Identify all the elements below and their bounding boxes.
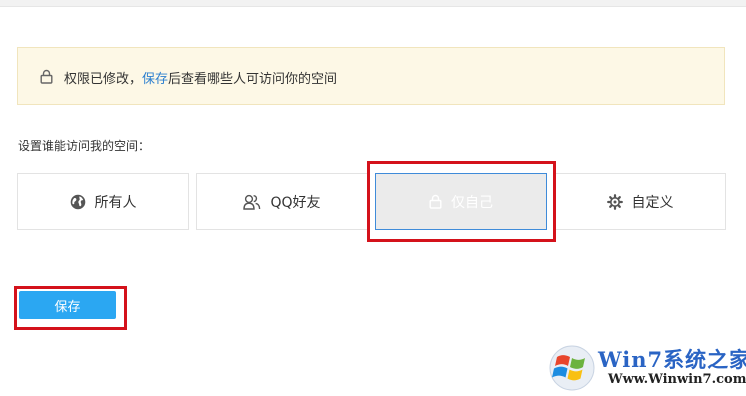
windows-logo-icon [548, 344, 596, 396]
notice-text-after: 后查看哪些人可访问你的空间 [168, 72, 338, 87]
option-custom[interactable]: 自定义 [554, 173, 726, 230]
option-qq-friends-label: QQ好友 [270, 194, 321, 211]
lock-icon [429, 194, 442, 209]
option-custom-label: 自定义 [631, 194, 674, 211]
lock-icon [40, 69, 53, 88]
friends-icon [243, 194, 261, 210]
watermark-url: Www.Winwin7.com [608, 372, 746, 387]
globe-icon [70, 194, 86, 210]
notice-banner: 权限已修改，保存后查看哪些人可访问你的空间 [17, 47, 725, 105]
top-bar [0, 0, 746, 7]
access-section-label: 设置谁能访问我的空间： [18, 139, 151, 153]
option-everyone[interactable]: 所有人 [17, 173, 189, 230]
gear-icon [606, 193, 623, 210]
watermark-title: Win7系统之家 [598, 347, 746, 372]
option-only-me-label: 仅自己 [451, 194, 493, 211]
option-everyone-label: 所有人 [94, 194, 137, 211]
notice-message: 权限已修改，保存后查看哪些人可访问你的空间 [64, 68, 337, 87]
option-only-me[interactable]: 仅自己 [375, 173, 547, 230]
watermark: Win7系统之家 Www.Winwin7.com [546, 342, 746, 394]
option-qq-friends[interactable]: QQ好友 [196, 173, 368, 230]
save-button[interactable]: 保存 [19, 291, 116, 319]
notice-save-link[interactable]: 保存 [142, 72, 168, 87]
notice-text-before: 权限已修改， [64, 72, 143, 87]
